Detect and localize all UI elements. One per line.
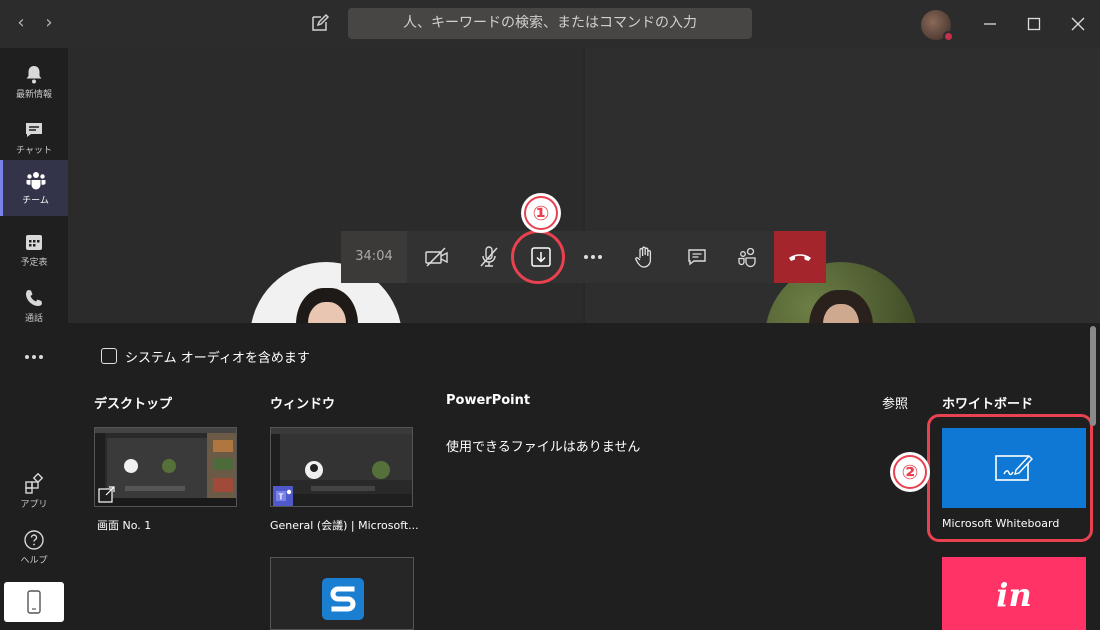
include-audio-label: システム オーディオを含めます: [125, 351, 310, 366]
sidebar-item-label: 最新情報: [15, 90, 52, 100]
sidebar-item-label: ヘルプ: [20, 556, 48, 566]
more-dots-icon: [584, 255, 602, 259]
section-whiteboard: ホワイトボード: [942, 397, 1034, 412]
section-powerpoint: PowerPoint: [446, 393, 531, 408]
back-arrow-icon[interactable]: ‹: [10, 12, 32, 34]
close-icon[interactable]: [1066, 12, 1090, 36]
maximize-icon[interactable]: [1022, 12, 1046, 36]
mic-off-button[interactable]: [463, 231, 515, 283]
teams-icon: [26, 172, 45, 190]
app-bar: 最新情報 チャット チーム 予定表 通話 アプリ ヘルプ: [0, 48, 68, 630]
hang-up-icon: [789, 254, 811, 261]
invision-tile[interactable]: in: [942, 557, 1086, 630]
section-window: ウィンドウ: [270, 397, 336, 412]
desktop-thumbnail[interactable]: [94, 427, 237, 507]
teams-logo-icon: T: [273, 486, 293, 506]
desktop-caption: 画面 No. 1: [97, 519, 152, 532]
call-timer: 34:04: [341, 231, 407, 283]
minimize-icon[interactable]: [978, 12, 1002, 36]
calendar-icon: [26, 235, 42, 250]
sidebar-item-label: アプリ: [20, 500, 48, 510]
more-dots-icon: [25, 355, 43, 359]
svg-text:T: T: [279, 493, 284, 502]
sidebar-item-teams[interactable]: チーム: [0, 160, 68, 216]
snagit-logo-icon: [322, 578, 364, 620]
sidebar-item-label: 通話: [24, 314, 43, 324]
sidebar-item-help[interactable]: ヘルプ: [0, 520, 68, 576]
status-busy-icon: [943, 31, 954, 42]
step-badge-2: ②: [893, 455, 927, 489]
share-tray-scrollbar[interactable]: [1090, 326, 1096, 426]
popout-icon: [98, 486, 115, 503]
section-desktop: デスクトップ: [94, 397, 173, 412]
sidebar-item-calendar[interactable]: 予定表: [0, 222, 68, 278]
user-avatar[interactable]: [921, 10, 954, 42]
hand-icon: [635, 246, 652, 268]
highlight-share-button: [511, 230, 565, 284]
sidebar-item-label: チャット: [16, 146, 52, 156]
camera-off-icon: [425, 247, 448, 267]
participants-button[interactable]: [722, 231, 774, 283]
phone-icon: [26, 290, 42, 306]
more-apps-button[interactable]: [0, 334, 68, 374]
hang-up-button[interactable]: [774, 231, 826, 283]
compose-icon[interactable]: [309, 12, 331, 34]
sidebar-item-chat[interactable]: チャット: [0, 110, 68, 166]
window-thumbnail[interactable]: T: [270, 427, 413, 507]
browse-link[interactable]: 参照: [882, 393, 908, 412]
chat-icon: [688, 249, 706, 266]
step-badge-1: ①: [524, 196, 558, 230]
mobile-phone-icon: [27, 590, 41, 614]
window-thumbnail-2[interactable]: [270, 557, 414, 630]
raise-hand-button[interactable]: [618, 231, 670, 283]
window-caption: General (会議) | Microsoft...: [270, 519, 419, 532]
apps-icon: [25, 473, 44, 494]
highlight-whiteboard: [927, 414, 1093, 542]
participants-icon: [738, 247, 756, 268]
sidebar-item-label: 予定表: [20, 258, 48, 268]
sidebar-item-apps[interactable]: アプリ: [0, 464, 68, 520]
chat-icon: [26, 123, 42, 137]
search-input[interactable]: 人、キーワードの検索、またはコマンドの入力: [348, 8, 752, 39]
sidebar-item-activity[interactable]: 最新情報: [0, 54, 68, 110]
forward-arrow-icon[interactable]: ›: [38, 12, 60, 34]
mobile-app-button[interactable]: [4, 582, 64, 622]
more-actions-button[interactable]: [567, 231, 619, 283]
title-bar: ‹ › 人、キーワードの検索、またはコマンドの入力: [0, 0, 1100, 48]
include-audio-checkbox[interactable]: [101, 348, 117, 364]
call-controls: 34:04: [341, 231, 826, 283]
camera-off-button[interactable]: [411, 231, 463, 283]
mic-off-icon: [480, 246, 498, 267]
sidebar-item-label: チーム: [22, 196, 49, 206]
sidebar-item-calls[interactable]: 通話: [0, 278, 68, 334]
help-icon: [24, 530, 44, 550]
meeting-chat-button[interactable]: [671, 231, 723, 283]
bell-icon: [26, 66, 42, 84]
powerpoint-empty-message: 使用できるファイルはありません: [446, 440, 641, 455]
